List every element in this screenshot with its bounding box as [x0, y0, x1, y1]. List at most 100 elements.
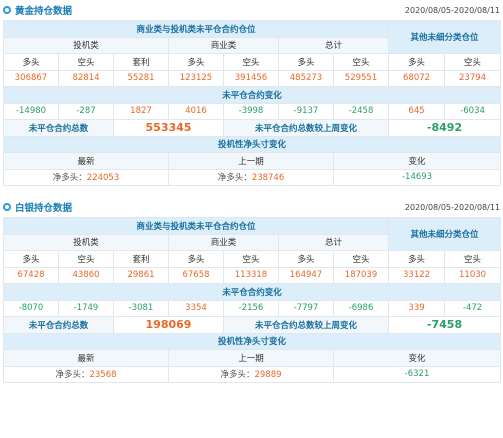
col-label: 多头 [168, 250, 224, 268]
position-value: 67658 [168, 266, 224, 284]
position-value: 529551 [332, 69, 390, 87]
net-long-label: 净多头： [52, 173, 87, 184]
silver-header-other: 其他未细分类仓位 [388, 217, 502, 251]
position-value: 113318 [223, 266, 279, 284]
change-value: 3354 [168, 299, 224, 317]
change-value: -6034 [444, 102, 502, 120]
gold-latest-label: 最新 [3, 152, 169, 170]
change-value: -3081 [113, 299, 169, 317]
silver-group-total: 总计 [277, 233, 390, 251]
gold-prev-net: 净多头：238746 [168, 168, 334, 186]
silver-header-top: 商业类与投机类未平仓合约仓位 [2, 217, 390, 235]
silver-change-header: 未平仓合约变化 [2, 283, 502, 301]
silver-title-wrap: 白银持仓数据 [3, 200, 72, 214]
change-value: -2458 [332, 102, 390, 120]
position-value: 23794 [444, 69, 502, 87]
change-value: 339 [388, 299, 446, 317]
silver-prev-label: 上一期 [168, 349, 334, 367]
gold-latest-net: 净多头：224053 [3, 168, 169, 186]
gold-header-top: 商业类与投机类未平仓合约仓位 [2, 20, 390, 38]
col-label: 空头 [444, 53, 502, 71]
change-value: -6986 [332, 299, 390, 317]
col-label: 套利 [113, 53, 169, 71]
silver-oi-total-label: 未平仓合约总数 [3, 316, 114, 334]
silver-oi-change-label: 未平仓合约总数较上周变化 [222, 316, 390, 334]
col-label: 多头 [3, 53, 59, 71]
gold-section-header: 黄金持仓数据 2020/08/05-2020/08/11 [3, 3, 500, 17]
change-value: 645 [388, 102, 446, 120]
page: 黄金持仓数据 2020/08/05-2020/08/11 商业类与投机类未平仓合… [2, 3, 502, 383]
col-label: 空头 [223, 53, 279, 71]
gold-change-header: 未平仓合约变化 [2, 86, 502, 104]
col-label: 多头 [168, 53, 224, 71]
silver-group-comm: 商业类 [168, 233, 279, 251]
silver-group-spec: 投机类 [3, 233, 169, 251]
silver-section-header: 白银持仓数据 2020/08/05-2020/08/11 [3, 200, 500, 214]
gold-oi-change: -8492 [388, 119, 502, 137]
silver-net-change: -6321 [332, 365, 502, 383]
position-value: 391456 [223, 69, 279, 87]
change-value: -14980 [3, 102, 59, 120]
silver-latest-net: 净多头：23568 [3, 365, 169, 383]
position-value: 33122 [388, 266, 446, 284]
change-value: -2156 [223, 299, 279, 317]
col-label: 多头 [388, 53, 446, 71]
col-label: 空头 [58, 53, 114, 71]
position-value: 187039 [332, 266, 390, 284]
position-value: 55281 [113, 69, 169, 87]
gold-group-comm: 商业类 [168, 36, 279, 54]
gold-group-total: 总计 [277, 36, 390, 54]
position-value: 67428 [3, 266, 59, 284]
position-value: 68072 [388, 69, 446, 87]
col-label: 空头 [58, 250, 114, 268]
silver-title: 白银持仓数据 [15, 203, 73, 214]
gold-header-other: 其他未细分类仓位 [388, 20, 502, 54]
gold-prev-label: 上一期 [168, 152, 334, 170]
col-label: 套利 [113, 250, 169, 268]
silver-prev-net: 净多头：29889 [168, 365, 334, 383]
gold-date-range: 2020/08/05-2020/08/11 [404, 5, 500, 15]
position-value: 29861 [113, 266, 169, 284]
gold-latest-value: 224053 [86, 173, 120, 184]
net-long-label: 净多头： [55, 370, 90, 381]
change-value: -8070 [3, 299, 59, 317]
position-value: 164947 [278, 266, 334, 284]
gold-group-spec: 投机类 [3, 36, 169, 54]
gold-change-label: 变化 [332, 152, 502, 170]
change-value: -1749 [58, 299, 114, 317]
col-label: 空头 [444, 250, 502, 268]
col-label: 多头 [3, 250, 59, 268]
position-value: 123125 [168, 69, 224, 87]
change-value: -287 [58, 102, 114, 120]
net-long-label: 净多头： [220, 370, 255, 381]
circle-icon [3, 6, 11, 14]
silver-spec-header: 投机性净头寸变化 [2, 332, 502, 350]
col-label: 空头 [332, 250, 390, 268]
position-value: 306867 [3, 69, 59, 87]
col-label: 空头 [223, 250, 279, 268]
gold-oi-total: 553345 [113, 119, 224, 137]
net-long-label: 净多头： [217, 173, 252, 184]
gold-title: 黄金持仓数据 [15, 6, 73, 17]
gold-spec-header: 投机性净头寸变化 [2, 135, 502, 153]
change-value: -472 [444, 299, 502, 317]
silver-oi-total: 198069 [113, 316, 224, 334]
gold-oi-total-label: 未平仓合约总数 [3, 119, 114, 137]
position-value: 11030 [444, 266, 502, 284]
silver-oi-change: -7458 [388, 316, 502, 334]
circle-icon [3, 203, 11, 211]
gold-prev-value: 238746 [251, 173, 285, 184]
change-value: -3998 [223, 102, 279, 120]
col-label: 多头 [388, 250, 446, 268]
gold-oi-change-label: 未平仓合约总数较上周变化 [222, 119, 390, 137]
col-label: 多头 [278, 53, 334, 71]
silver-change-label: 变化 [332, 349, 502, 367]
silver-date-range: 2020/08/05-2020/08/11 [404, 202, 500, 212]
silver-latest-value: 23568 [89, 370, 117, 381]
position-value: 43860 [58, 266, 114, 284]
position-value: 485273 [278, 69, 334, 87]
gold-positions-table: 商业类与投机类未平仓合约仓位 其他未细分类仓位 投机类 商业类 总计 多头 空头… [2, 20, 502, 186]
change-value: 1827 [113, 102, 169, 120]
col-label: 多头 [278, 250, 334, 268]
silver-latest-label: 最新 [3, 349, 169, 367]
